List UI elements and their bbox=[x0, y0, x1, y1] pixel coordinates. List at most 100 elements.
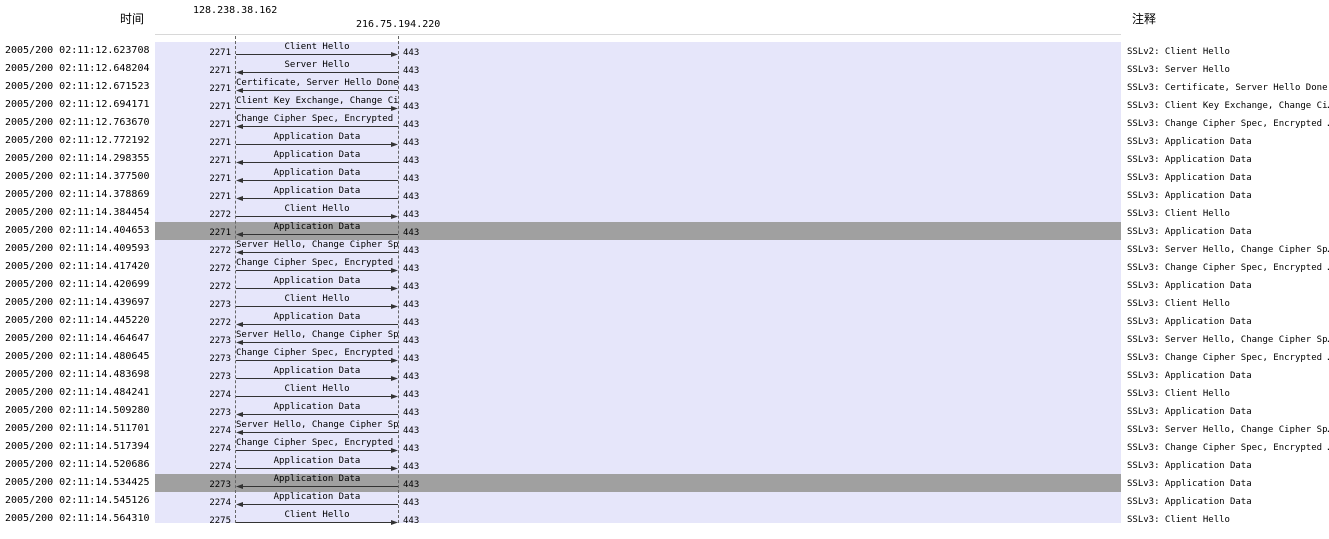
dest-port: 443 bbox=[403, 84, 420, 94]
packet-row[interactable]: 2005/200 02:11:12.763670 2271 443 Change Ci… bbox=[0, 114, 1329, 132]
source-port: 2272 bbox=[209, 246, 231, 256]
packet-time: 2005/200 02:11:14.445220 bbox=[5, 315, 150, 326]
dest-port: 443 bbox=[403, 48, 420, 58]
graph-top-border bbox=[155, 34, 1121, 35]
source-port: 2271 bbox=[209, 174, 231, 184]
flow-label: Client Hello bbox=[284, 384, 350, 394]
flow-label: Change Cipher Spec, Encrypted … bbox=[236, 348, 398, 358]
arrow-left-icon bbox=[236, 196, 398, 201]
packet-time: 2005/200 02:11:12.623708 bbox=[5, 45, 150, 56]
packet-row[interactable]: 2005/200 02:11:14.483698 2273 443 Applicati… bbox=[0, 366, 1329, 384]
packet-row[interactable]: 2005/200 02:11:12.648204 2271 443 Server He… bbox=[0, 60, 1329, 78]
arrow-left-icon bbox=[236, 430, 398, 435]
arrow-right-icon bbox=[236, 304, 398, 309]
dest-port: 443 bbox=[403, 408, 420, 418]
packet-row[interactable]: 2005/200 02:11:14.484241 2274 443 Client He… bbox=[0, 384, 1329, 402]
dest-port: 443 bbox=[403, 138, 420, 148]
packet-comment: SSLv3: Application Data bbox=[1127, 479, 1252, 489]
flow-label: Server Hello, Change Cipher Sp… bbox=[236, 420, 398, 430]
flow-label: Application Data bbox=[273, 222, 361, 232]
source-port: 2272 bbox=[209, 210, 231, 220]
packet-row[interactable]: 2005/200 02:11:14.377500 2271 443 Applicati… bbox=[0, 168, 1329, 186]
arrow-right-icon bbox=[236, 394, 398, 399]
packet-row[interactable]: 2005/200 02:11:14.480645 2273 443 Change Ci… bbox=[0, 348, 1329, 366]
packet-time: 2005/200 02:11:14.377500 bbox=[5, 171, 150, 182]
dest-port: 443 bbox=[403, 120, 420, 130]
packet-comment: SSLv3: Application Data bbox=[1127, 173, 1252, 183]
packet-row[interactable]: 2005/200 02:11:12.623708 2271 443 Client He… bbox=[0, 42, 1329, 60]
packet-comment: SSLv2: Client Hello bbox=[1127, 47, 1230, 57]
flow-label: Server Hello bbox=[284, 60, 350, 70]
flow-label: Application Data bbox=[273, 132, 361, 142]
arrow-left-icon bbox=[236, 412, 398, 417]
dest-port: 443 bbox=[403, 264, 420, 274]
packet-comment: SSLv3: Change Cipher Spec, Encrypted … bbox=[1127, 353, 1329, 363]
packet-row[interactable]: 2005/200 02:11:14.511701 2274 443 Server He… bbox=[0, 420, 1329, 438]
arrow-left-icon bbox=[236, 484, 398, 489]
packet-row[interactable]: 2005/200 02:11:14.409593 2272 443 Server He… bbox=[0, 240, 1329, 258]
packet-row[interactable]: 2005/200 02:11:14.384454 2272 443 Client He… bbox=[0, 204, 1329, 222]
packet-row[interactable]: 2005/200 02:11:12.694171 2271 443 Client Ke… bbox=[0, 96, 1329, 114]
packet-comment: SSLv3: Server Hello, Change Cipher Sp… bbox=[1127, 425, 1329, 435]
dest-port: 443 bbox=[403, 426, 420, 436]
arrow-right-icon bbox=[236, 214, 398, 219]
packet-comment: SSLv3: Client Hello bbox=[1127, 209, 1230, 219]
packet-time: 2005/200 02:11:14.509280 bbox=[5, 405, 150, 416]
arrow-left-icon bbox=[236, 70, 398, 75]
dest-port: 443 bbox=[403, 372, 420, 382]
arrow-left-icon bbox=[236, 88, 398, 93]
flow-label: Application Data bbox=[273, 402, 361, 412]
dest-port: 443 bbox=[403, 444, 420, 454]
packet-time: 2005/200 02:11:12.648204 bbox=[5, 63, 150, 74]
packet-row[interactable]: 2005/200 02:11:14.509280 2273 443 Applicati… bbox=[0, 402, 1329, 420]
packet-row[interactable]: 2005/200 02:11:14.445220 2272 443 Applicati… bbox=[0, 312, 1329, 330]
packet-row[interactable]: 2005/200 02:11:14.517394 2274 443 Change Ci… bbox=[0, 438, 1329, 456]
dest-port: 443 bbox=[403, 66, 420, 76]
flow-label: Client Hello bbox=[284, 42, 350, 52]
packet-row[interactable]: 2005/200 02:11:14.439697 2273 443 Client He… bbox=[0, 294, 1329, 312]
flow-label: Application Data bbox=[273, 186, 361, 196]
dest-port: 443 bbox=[403, 210, 420, 220]
flow-graph: 时间 128.238.38.162 216.75.194.220 注释 2005… bbox=[0, 0, 1329, 539]
packet-comment: SSLv3: Server Hello, Change Cipher Sp… bbox=[1127, 335, 1329, 345]
packet-row[interactable]: 2005/200 02:11:14.520686 2274 443 Applicati… bbox=[0, 456, 1329, 474]
dest-port: 443 bbox=[403, 192, 420, 202]
flow-label: Application Data bbox=[273, 456, 361, 466]
source-port: 2271 bbox=[209, 228, 231, 238]
packet-row[interactable]: 2005/200 02:11:14.464647 2273 443 Server He… bbox=[0, 330, 1329, 348]
source-port: 2271 bbox=[209, 192, 231, 202]
arrow-left-icon bbox=[236, 250, 398, 255]
source-port: 2274 bbox=[209, 444, 231, 454]
dest-port: 443 bbox=[403, 516, 420, 526]
packet-row[interactable]: 2005/200 02:11:12.671523 2271 443 Certifica… bbox=[0, 78, 1329, 96]
source-port: 2274 bbox=[209, 462, 231, 472]
packet-row[interactable]: 2005/200 02:11:14.534425 2273 443 Applicati… bbox=[0, 474, 1329, 492]
packet-row[interactable]: 2005/200 02:11:12.772192 2271 443 Applicati… bbox=[0, 132, 1329, 150]
dest-port: 443 bbox=[403, 300, 420, 310]
packet-row[interactable]: 2005/200 02:11:14.404653 2271 443 Applicati… bbox=[0, 222, 1329, 240]
source-port: 2273 bbox=[209, 336, 231, 346]
packet-row[interactable]: 2005/200 02:11:14.420699 2272 443 Applicati… bbox=[0, 276, 1329, 294]
dest-port: 443 bbox=[403, 228, 420, 238]
arrow-right-icon bbox=[236, 142, 398, 147]
packet-row[interactable]: 2005/200 02:11:14.545126 2274 443 Applicati… bbox=[0, 492, 1329, 510]
packet-comment: SSLv3: Application Data bbox=[1127, 137, 1252, 147]
packet-row[interactable]: 2005/200 02:11:14.378869 2271 443 Applicati… bbox=[0, 186, 1329, 204]
comment-column-header: 注释 bbox=[1132, 12, 1157, 26]
packet-row[interactable]: 2005/200 02:11:14.417420 2272 443 Change Ci… bbox=[0, 258, 1329, 276]
packet-comment: SSLv3: Client Hello bbox=[1127, 515, 1230, 525]
source-port: 2273 bbox=[209, 300, 231, 310]
source-port: 2273 bbox=[209, 408, 231, 418]
packet-row[interactable]: 2005/200 02:11:14.564310 2275 443 Client He… bbox=[0, 510, 1329, 528]
packet-time: 2005/200 02:11:14.545126 bbox=[5, 495, 150, 506]
arrow-left-icon bbox=[236, 160, 398, 165]
packet-row[interactable]: 2005/200 02:11:14.298355 2271 443 Applicati… bbox=[0, 150, 1329, 168]
host-b-lifeline bbox=[398, 36, 399, 523]
flow-label: Change Cipher Spec, Encrypted … bbox=[236, 114, 398, 124]
dest-port: 443 bbox=[403, 462, 420, 472]
flow-label: Application Data bbox=[273, 366, 361, 376]
source-port: 2271 bbox=[209, 84, 231, 94]
packet-comment: SSLv3: Application Data bbox=[1127, 407, 1252, 417]
packet-comment: SSLv3: Change Cipher Spec, Encrypted … bbox=[1127, 443, 1329, 453]
arrow-right-icon bbox=[236, 466, 398, 471]
